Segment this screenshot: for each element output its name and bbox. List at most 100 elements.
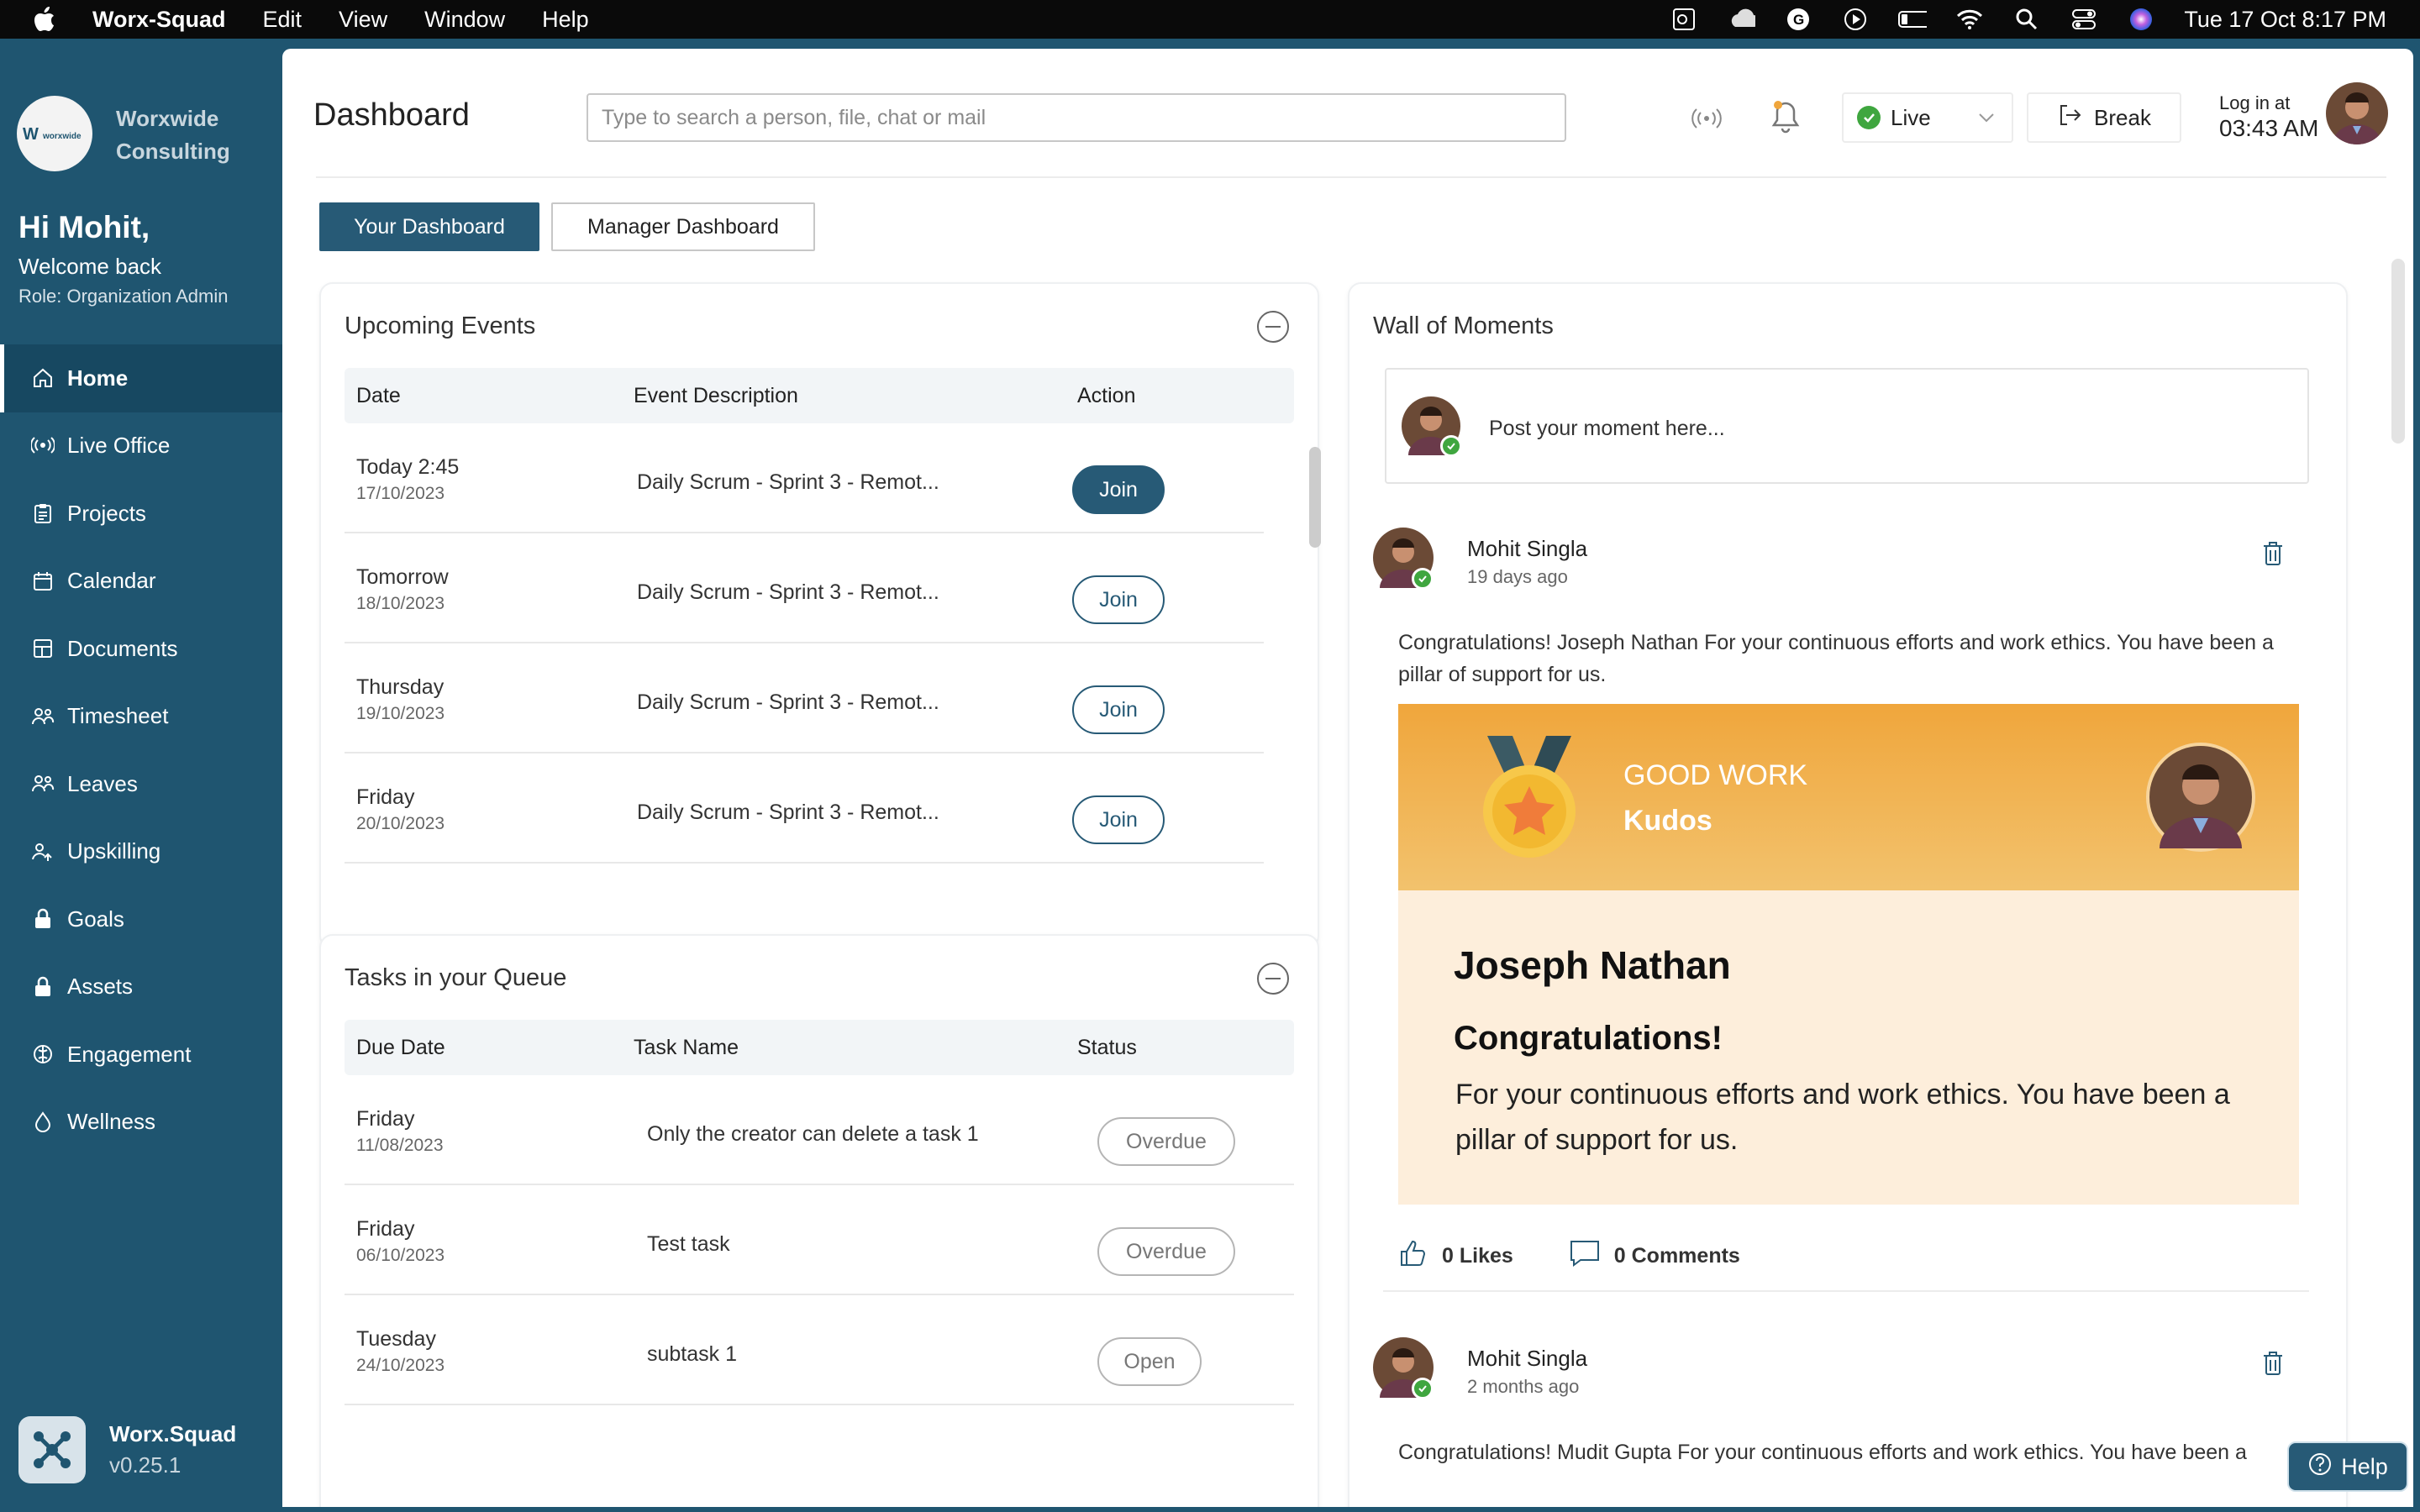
lock-icon	[29, 905, 57, 933]
task-name[interactable]: Test task	[647, 1232, 730, 1257]
search-input[interactable]	[587, 93, 1566, 142]
join-button[interactable]: Join	[1072, 795, 1165, 844]
page-title: Dashboard	[313, 97, 470, 133]
outlook-icon[interactable]	[1670, 5, 1698, 34]
control-center-icon[interactable]	[2070, 5, 2098, 34]
events-scrollbar[interactable]	[1309, 447, 1321, 548]
help-button[interactable]: Help	[2287, 1441, 2408, 1492]
kudos-recipient-avatar	[2146, 743, 2255, 852]
post-moment-box[interactable]: Post your moment here...	[1385, 368, 2309, 484]
task-name[interactable]: subtask 1	[647, 1342, 737, 1367]
event-description[interactable]: Daily Scrum - Sprint 3 - Remot...	[637, 690, 939, 715]
status-badge[interactable]: Overdue	[1097, 1117, 1235, 1166]
join-button[interactable]: Join	[1072, 575, 1165, 624]
table-row: Thursday 19/10/2023 Daily Scrum - Sprint…	[345, 643, 1264, 753]
engagement-icon	[29, 1040, 57, 1068]
upcoming-events-card: Upcoming Events Date Event Description A…	[319, 282, 1321, 949]
sidebar-item-goals[interactable]: Goals	[0, 885, 282, 953]
app-menu[interactable]: Worx-Squad	[92, 7, 226, 33]
upskilling-icon	[29, 837, 57, 866]
play-icon[interactable]	[1841, 5, 1870, 34]
online-status-icon	[1412, 568, 1434, 590]
wifi-icon[interactable]	[1955, 5, 1984, 34]
column-header-action: Action	[1077, 384, 1136, 407]
check-icon	[1857, 106, 1881, 129]
lock-icon	[29, 973, 57, 1001]
event-description[interactable]: Daily Scrum - Sprint 3 - Remot...	[637, 801, 939, 825]
sidebar-item-assets[interactable]: Assets	[0, 953, 282, 1021]
table-row: Friday 11/08/2023 Only the creator can d…	[345, 1075, 1294, 1185]
status-badge[interactable]: Overdue	[1097, 1227, 1235, 1276]
sidebar-item-engagement[interactable]: Engagement	[0, 1021, 282, 1089]
sidebar-item-calendar[interactable]: Calendar	[0, 548, 282, 616]
documents-icon	[29, 634, 57, 663]
svg-text:W: W	[23, 125, 39, 144]
trash-icon[interactable]	[2259, 1349, 2287, 1378]
sidebar-item-timesheet[interactable]: Timesheet	[0, 683, 282, 751]
table-row: Tomorrow 18/10/2023 Daily Scrum - Sprint…	[345, 533, 1264, 643]
break-button[interactable]: Break	[2027, 92, 2181, 143]
sidebar-nav: Home Live Office Projects Calendar Docum…	[0, 344, 282, 1156]
join-button[interactable]: Join	[1072, 685, 1165, 734]
sidebar-item-documents[interactable]: Documents	[0, 615, 282, 683]
siri-icon[interactable]	[2127, 5, 2155, 34]
post-text: Congratulations! Joseph Nathan For your …	[1398, 631, 2274, 686]
notification-bell-icon[interactable]	[1766, 97, 1805, 136]
sidebar-item-live-office[interactable]: Live Office	[0, 412, 282, 480]
collapse-icon[interactable]	[1257, 963, 1289, 995]
status-label: Live	[1891, 104, 1931, 130]
event-date: 17/10/2023	[356, 484, 445, 503]
sidebar-item-leaves[interactable]: Leaves	[0, 750, 282, 818]
greeting: Hi Mohit,	[18, 210, 150, 244]
header: Dashboard Live Break Log in at 03:43 AM	[282, 49, 2413, 176]
event-description[interactable]: Daily Scrum - Sprint 3 - Remot...	[637, 580, 939, 605]
join-button[interactable]: Join	[1072, 465, 1165, 514]
event-day: Tomorrow	[356, 565, 449, 589]
like-button[interactable]: 0 Likes	[1398, 1238, 1513, 1274]
post-author[interactable]: Mohit Singla	[1467, 1346, 1587, 1372]
collapse-icon[interactable]	[1257, 311, 1289, 343]
comments-count: 0 Comments	[1613, 1244, 1740, 1268]
task-name[interactable]: Only the creator can delete a task 1	[647, 1122, 979, 1147]
menu-view[interactable]: View	[339, 7, 387, 33]
apple-icon[interactable]	[30, 5, 59, 34]
login-label: Log in at	[2219, 92, 2291, 113]
tab-your-dashboard[interactable]: Your Dashboard	[319, 202, 539, 251]
event-description[interactable]: Daily Scrum - Sprint 3 - Remot...	[637, 470, 939, 495]
org-logo: W worxwide	[17, 96, 92, 171]
comment-button[interactable]: 0 Comments	[1569, 1239, 1740, 1273]
brand-name: Worx.Squad	[109, 1421, 237, 1446]
grammarly-icon[interactable]: G	[1784, 5, 1812, 34]
menu-edit[interactable]: Edit	[263, 7, 302, 33]
user-avatar[interactable]	[2326, 82, 2388, 144]
sidebar-item-wellness[interactable]: Wellness	[0, 1089, 282, 1157]
status-dropdown[interactable]: Live	[1842, 92, 2013, 143]
tab-manager-dashboard[interactable]: Manager Dashboard	[551, 202, 815, 251]
post-author[interactable]: Mohit Singla	[1467, 536, 1587, 562]
kudos-congrats: Congratulations!	[1454, 1020, 1723, 1057]
thumbs-up-icon	[1398, 1238, 1428, 1274]
spotlight-search-icon[interactable]	[2012, 5, 2041, 34]
cloud-icon[interactable]	[1727, 5, 1756, 34]
sidebar-item-label: Engagement	[67, 1041, 192, 1067]
battery-icon[interactable]	[1898, 5, 1928, 34]
online-status-icon	[1412, 1378, 1434, 1399]
sidebar-item-upskilling[interactable]: Upskilling	[0, 818, 282, 886]
menubar-clock[interactable]: Tue 17 Oct 8:17 PM	[2184, 7, 2386, 33]
sidebar-item-label: Timesheet	[67, 703, 169, 729]
trash-icon[interactable]	[2259, 539, 2287, 568]
calendar-icon	[29, 567, 57, 596]
menu-help[interactable]: Help	[542, 7, 589, 33]
svg-text:worxwide: worxwide	[42, 132, 82, 141]
column-header-status: Status	[1077, 1036, 1137, 1059]
menu-window[interactable]: Window	[424, 7, 505, 33]
page-scrollbar[interactable]	[2391, 259, 2405, 444]
status-badge[interactable]: Open	[1097, 1337, 1202, 1386]
likes-count: 0 Likes	[1442, 1244, 1513, 1268]
worx-squad-logo-icon	[18, 1416, 86, 1483]
live-broadcast-icon[interactable]	[1689, 101, 1724, 136]
welcome-text: Welcome back	[18, 254, 162, 279]
chevron-down-icon	[1976, 108, 1996, 134]
sidebar-item-projects[interactable]: Projects	[0, 480, 282, 548]
sidebar-item-home[interactable]: Home	[0, 344, 282, 412]
